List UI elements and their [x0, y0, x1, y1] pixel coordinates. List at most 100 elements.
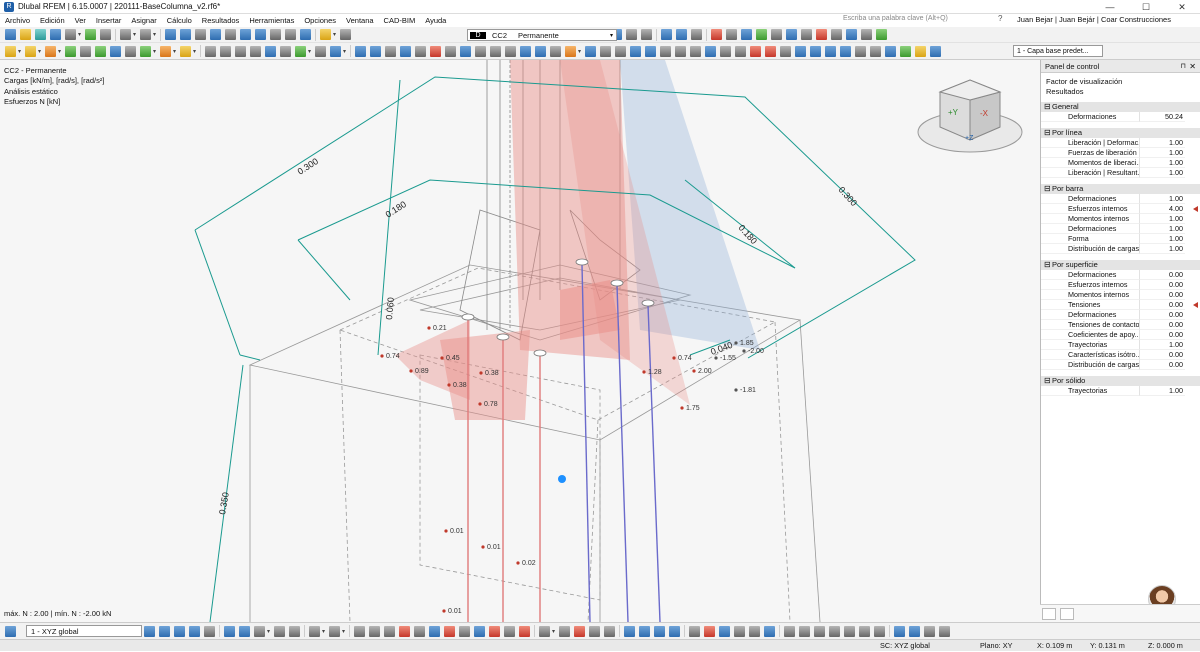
snap-quad-icon[interactable]: [844, 625, 855, 637]
edit-icon[interactable]: [180, 45, 191, 57]
grid-dots-icon[interactable]: [909, 625, 920, 637]
view-plan-icon[interactable]: [239, 625, 250, 637]
panel-row-value[interactable]: 1.00: [1140, 244, 1185, 254]
clear-icon[interactable]: [765, 45, 776, 57]
connect-icon[interactable]: [295, 45, 306, 57]
scale-icon[interactable]: [250, 45, 261, 57]
open-folder-icon[interactable]: [20, 29, 31, 40]
snap-parallel-icon[interactable]: [799, 625, 810, 637]
object-snap-icon[interactable]: [795, 45, 806, 57]
masonry-icon[interactable]: [720, 45, 731, 57]
visibility-icon[interactable]: [726, 29, 737, 40]
ortho-icon[interactable]: [855, 45, 866, 57]
measure-angle-icon[interactable]: [639, 625, 650, 637]
snap-perp-icon[interactable]: [814, 625, 825, 637]
close-icon[interactable]: ✕: [1189, 60, 1196, 73]
panel-row-value[interactable]: 0.00: [1140, 280, 1185, 290]
extrude-icon[interactable]: [315, 45, 326, 57]
block-icon[interactable]: [490, 45, 501, 57]
polar-icon[interactable]: [870, 45, 881, 57]
parabola-icon[interactable]: [414, 625, 425, 637]
display-icon[interactable]: [661, 29, 672, 40]
snap-icon[interactable]: [861, 29, 872, 40]
panel-row[interactable]: Deformaciones 0.00: [1041, 270, 1200, 280]
mirror-icon[interactable]: [235, 45, 246, 57]
panel-row[interactable]: Coeficientes de apoy... 0.00: [1041, 330, 1200, 340]
hinge-icon[interactable]: [80, 45, 91, 57]
search-input[interactable]: Escriba una palabra clave (Alt+Q): [843, 15, 948, 22]
panel-row-value[interactable]: 0.00: [1140, 300, 1185, 310]
cube-face-y[interactable]: +Y: [948, 108, 959, 117]
snap-line-icon[interactable]: [159, 625, 170, 637]
snap-diamond-icon[interactable]: [749, 625, 760, 637]
collapse-icon[interactable]: ⊟: [1044, 260, 1052, 270]
view-side-icon[interactable]: [535, 45, 546, 57]
collapse-icon[interactable]: ⊟: [1044, 102, 1052, 112]
rotate-icon[interactable]: [220, 45, 231, 57]
snap-object-icon[interactable]: [204, 625, 215, 637]
panel-row-value[interactable]: 1.00: [1140, 194, 1185, 204]
view-save-icon[interactable]: [939, 625, 950, 637]
panel-section-header[interactable]: ⊟General: [1041, 102, 1200, 112]
panel-row[interactable]: Momentos internos 1.00: [1041, 214, 1200, 224]
spline-icon[interactable]: [399, 625, 410, 637]
collapse-icon[interactable]: ⊟: [1044, 376, 1052, 386]
menu-asignar[interactable]: Asignar: [126, 16, 161, 25]
panel-row[interactable]: Liberación | Resultant... 1.00: [1041, 168, 1200, 178]
filter-icon[interactable]: [756, 29, 767, 40]
workplane-icon[interactable]: [825, 45, 836, 57]
menu-opciones[interactable]: Opciones: [299, 16, 341, 25]
panel-row[interactable]: Deformaciones 50.24: [1041, 112, 1200, 122]
node-result-icon[interactable]: [370, 45, 381, 57]
pointer-icon[interactable]: [5, 45, 16, 57]
snap-ext-icon[interactable]: [874, 625, 885, 637]
model-icon[interactable]: [210, 29, 221, 40]
workplane-xy-icon[interactable]: [274, 625, 285, 637]
menu-resultados[interactable]: Resultados: [197, 16, 245, 25]
line-icon[interactable]: [110, 45, 121, 57]
pin-icon[interactable]: ⊓: [1181, 60, 1186, 73]
snap-angle-icon[interactable]: [859, 625, 870, 637]
foundation-icon[interactable]: [705, 45, 716, 57]
snap-square-icon[interactable]: [734, 625, 745, 637]
guide-icon[interactable]: [385, 45, 396, 57]
menu-insertar[interactable]: Insertar: [91, 16, 126, 25]
panel-section-header[interactable]: ⊟Por sólido: [1041, 376, 1200, 386]
clipping-icon[interactable]: [711, 29, 722, 40]
panel-row-value[interactable]: 1.00: [1140, 386, 1185, 396]
pan-icon[interactable]: [831, 29, 842, 40]
save-icon[interactable]: [50, 29, 61, 40]
navigation-cube[interactable]: +Y -X +Z: [915, 72, 1025, 162]
sections-icon[interactable]: [225, 29, 236, 40]
timber-icon[interactable]: [630, 45, 641, 57]
member-icon[interactable]: [270, 29, 281, 40]
arc-icon[interactable]: [369, 625, 380, 637]
node-icon[interactable]: [95, 45, 106, 57]
select-icon[interactable]: [846, 29, 857, 40]
dxf-icon[interactable]: [885, 45, 896, 57]
workplane-xz-icon[interactable]: [289, 625, 300, 637]
wireframe-icon[interactable]: [676, 29, 687, 40]
user-account[interactable]: Juan Bejar | Juan Bejár | Coar Construcc…: [1017, 15, 1171, 24]
steel-icon[interactable]: [600, 45, 611, 57]
snap-circle-icon[interactable]: [829, 625, 840, 637]
panel-row-value[interactable]: 0.00: [1140, 290, 1185, 300]
measure-icon[interactable]: [801, 29, 812, 40]
panel-row[interactable]: Características isótro... 0.00: [1041, 350, 1200, 360]
load-icon[interactable]: [160, 45, 171, 57]
panel-row[interactable]: Forma 1.00: [1041, 234, 1200, 244]
coord-system-selector[interactable]: 1 - XYZ global: [26, 625, 142, 637]
flag-icon[interactable]: [355, 45, 366, 57]
wind-icon[interactable]: [750, 45, 761, 57]
opening-icon[interactable]: [140, 45, 151, 57]
calc-icon[interactable]: [300, 29, 311, 40]
snap-mid-icon[interactable]: [174, 625, 185, 637]
menu-ver[interactable]: Ver: [70, 16, 91, 25]
divide-icon[interactable]: [265, 45, 276, 57]
collapse-icon[interactable]: ⊟: [1044, 184, 1052, 194]
menu-edicion[interactable]: Edición: [35, 16, 70, 25]
cut-icon[interactable]: [430, 45, 441, 57]
tab-factors[interactable]: [1060, 608, 1074, 620]
design-icon[interactable]: [585, 45, 596, 57]
zoom-icon[interactable]: [626, 29, 637, 40]
